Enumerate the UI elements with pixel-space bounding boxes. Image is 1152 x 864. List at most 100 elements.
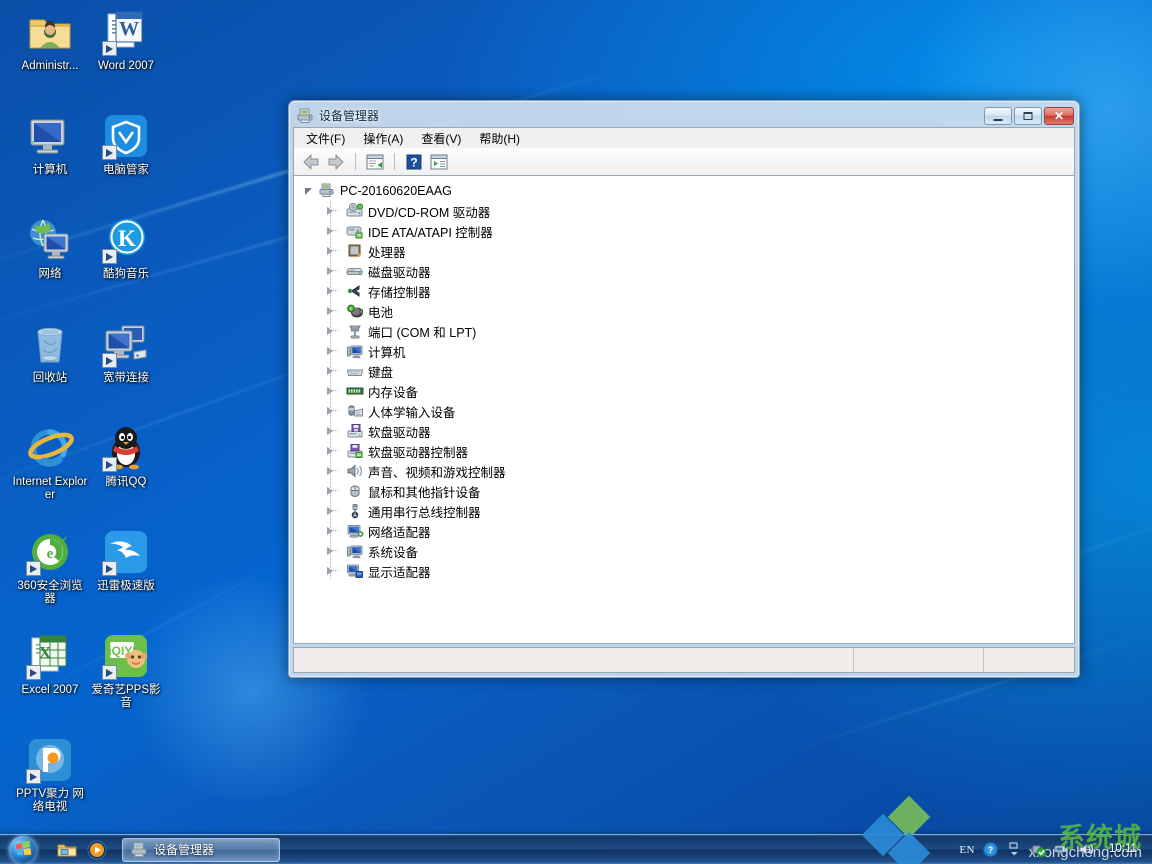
menu-bar[interactable]: 文件(F) 操作(A) 查看(V) 帮助(H): [293, 127, 1075, 148]
desktop-icon-8[interactable]: 宽带连接: [88, 320, 164, 385]
folder-explorer-icon[interactable]: [56, 839, 78, 861]
expander-closed-icon[interactable]: [324, 465, 336, 477]
task-buttons[interactable]: 设备管理器: [108, 837, 959, 862]
expander-closed-icon[interactable]: [324, 565, 336, 577]
forward-button[interactable]: [325, 151, 347, 173]
desktop-icon-6[interactable]: K 酷狗音乐: [88, 216, 164, 281]
menu-view[interactable]: 查看(V): [412, 128, 470, 149]
expander-closed-icon[interactable]: [324, 365, 336, 377]
media-player-icon[interactable]: [86, 839, 108, 861]
storage-controller-icon: [346, 283, 364, 299]
toolbar-separator: [355, 153, 356, 170]
tree-node[interactable]: 网络适配器: [300, 521, 1074, 541]
input-language-indicator[interactable]: EN: [959, 844, 975, 856]
expander-closed-icon[interactable]: [324, 265, 336, 277]
taskbar-clock[interactable]: 10:11: [1102, 843, 1144, 856]
tree-node[interactable]: IDE ATA/ATAPI 控制器: [300, 221, 1074, 241]
system-tray[interactable]: EN ? 10:11: [959, 841, 1152, 858]
expander-closed-icon[interactable]: [324, 325, 336, 337]
tree-node[interactable]: 磁盘驱动器: [300, 261, 1074, 281]
menu-file[interactable]: 文件(F): [297, 128, 354, 149]
tree-node[interactable]: DVD/CD-ROM 驱动器: [300, 201, 1074, 221]
taskbar-button-1[interactable]: 设备管理器: [122, 837, 280, 862]
expander-closed-icon[interactable]: [324, 485, 336, 497]
desktop-icon-2[interactable]: W Word 2007: [88, 8, 164, 73]
tree-node[interactable]: 计算机: [300, 341, 1074, 361]
tree-node[interactable]: 系统设备: [300, 541, 1074, 561]
expander-closed-icon[interactable]: [324, 245, 336, 257]
desktop-icon-label: 网络: [38, 268, 62, 280]
expander-closed-icon[interactable]: [324, 385, 336, 397]
expander-closed-icon[interactable]: [324, 545, 336, 557]
tree-node[interactable]: 存储控制器: [300, 281, 1074, 301]
desktop-icon-14[interactable]: iQIYI 爱奇艺PPS影音: [88, 632, 164, 710]
maximize-button[interactable]: [1014, 106, 1042, 125]
question-blue-icon[interactable]: ?: [982, 841, 999, 858]
menu-help[interactable]: 帮助(H): [470, 128, 529, 149]
quick-launch-bar[interactable]: [46, 839, 108, 861]
tree-node[interactable]: 处理器: [300, 241, 1074, 261]
expander-closed-icon[interactable]: [324, 505, 336, 517]
desktop-icon-10[interactable]: 腾讯QQ: [88, 424, 164, 489]
expander-closed-icon[interactable]: [324, 525, 336, 537]
speaker-icon[interactable]: [1078, 841, 1095, 858]
desktop[interactable]: Administr... W Word 2007 计算机 电脑管家 网络 K 酷…: [0, 0, 1152, 864]
taskbar[interactable]: 设备管理器 EN ? 10:11: [0, 834, 1152, 864]
expander-closed-icon[interactable]: [324, 225, 336, 237]
tree-node[interactable]: 端口 (COM 和 LPT): [300, 321, 1074, 341]
minimize-button[interactable]: [984, 106, 1012, 125]
expander-open-icon[interactable]: [304, 185, 316, 197]
close-button[interactable]: ✕: [1044, 106, 1074, 125]
desktop-icon-13[interactable]: X Excel 2007: [12, 632, 88, 697]
svg-text:W: W: [119, 18, 139, 40]
tree-node[interactable]: 内存设备: [300, 381, 1074, 401]
expander-closed-icon[interactable]: [324, 405, 336, 417]
tree-node[interactable]: 电池: [300, 301, 1074, 321]
tree-node[interactable]: 人体学输入设备: [300, 401, 1074, 421]
help-button[interactable]: ?: [403, 151, 425, 173]
desktop-icon-4[interactable]: 电脑管家: [88, 112, 164, 177]
properties-button[interactable]: [364, 151, 386, 173]
start-button[interactable]: [0, 835, 46, 864]
tree-node[interactable]: 鼠标和其他指针设备: [300, 481, 1074, 501]
desktop-icon-7[interactable]: 回收站: [12, 320, 88, 385]
tree-node[interactable]: 软盘驱动器: [300, 421, 1074, 441]
mouse-icon: [346, 483, 364, 499]
taskbar-button-label: 设备管理器: [154, 843, 215, 857]
tree-node[interactable]: 软盘驱动器控制器: [300, 441, 1074, 461]
desktop-icon-9[interactable]: Internet Explorer: [12, 424, 88, 502]
device-tree[interactable]: PC-20160620EAAG DVD/CD-ROM 驱动器 IDE ATA/A…: [293, 175, 1075, 644]
toolbar[interactable]: ?: [293, 148, 1075, 175]
scan-hardware-button[interactable]: [428, 151, 450, 173]
menu-action[interactable]: 操作(A): [354, 128, 412, 149]
desktop-icon-12[interactable]: 迅雷极速版: [88, 528, 164, 593]
computer-icon: [26, 112, 74, 160]
floppy-controller-icon: [346, 443, 364, 459]
desktop-icon-15[interactable]: PPTV聚力 网络电视: [12, 736, 88, 814]
desktop-icon-3[interactable]: 计算机: [12, 112, 88, 177]
expander-closed-icon[interactable]: [324, 305, 336, 317]
tree-node[interactable]: 显示适配器: [300, 561, 1074, 581]
expander-closed-icon[interactable]: [324, 205, 336, 217]
desktop-icon-1[interactable]: Administr...: [12, 8, 88, 73]
tree-node-label: 端口 (COM 和 LPT): [368, 325, 477, 340]
window-titlebar[interactable]: 设备管理器 ✕: [290, 102, 1078, 127]
usb-check-icon[interactable]: [1030, 841, 1047, 858]
tree-node[interactable]: 键盘: [300, 361, 1074, 381]
network-tray-icon[interactable]: [1054, 841, 1071, 858]
expander-closed-icon[interactable]: [324, 345, 336, 357]
back-button[interactable]: [300, 151, 322, 173]
broadband-connection-icon: [102, 320, 150, 368]
tree-root-node[interactable]: PC-20160620EAAG: [300, 181, 1074, 201]
tree-node[interactable]: 通用串行总线控制器: [300, 501, 1074, 521]
desktop-icon-11[interactable]: e 360安全浏览器: [12, 528, 88, 606]
expander-closed-icon[interactable]: [324, 425, 336, 437]
tree-node[interactable]: 声音、视频和游戏控制器: [300, 461, 1074, 481]
expander-closed-icon[interactable]: [324, 285, 336, 297]
window-controls: ✕: [984, 106, 1074, 125]
expander-closed-icon[interactable]: [324, 445, 336, 457]
tree-children: DVD/CD-ROM 驱动器 IDE ATA/ATAPI 控制器 处理器 磁盘驱…: [300, 201, 1074, 581]
desktop-icon-5[interactable]: 网络: [12, 216, 88, 281]
device-manager-window[interactable]: 设备管理器 ✕ 文件(F) 操作(A) 查看(V) 帮助(H) ? PC-201…: [288, 100, 1080, 678]
chevron-up-icon[interactable]: [1006, 841, 1023, 858]
